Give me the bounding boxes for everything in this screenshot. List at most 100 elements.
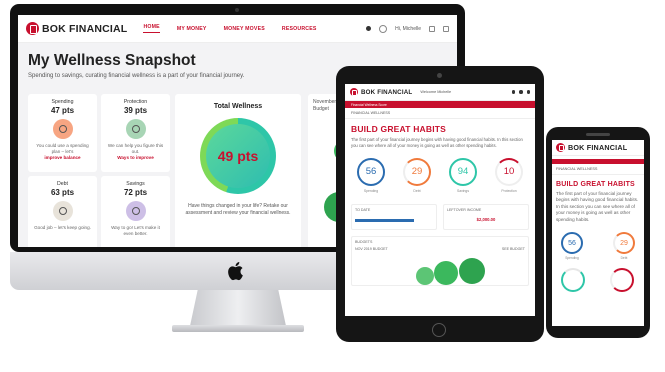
tile-text: We can help you figure this out. <box>107 143 164 155</box>
score-captions: Spending Debt <box>552 256 644 260</box>
total-wellness-title: Total Wellness <box>213 103 263 110</box>
notification-icon[interactable] <box>366 26 372 31</box>
savings-score-ring[interactable]: 94 <box>449 157 477 186</box>
tile-debt[interactable]: Debt 63 pts Good job – let's keep going. <box>28 176 97 247</box>
section-heading: BUILD GREAT HABITS <box>351 124 447 134</box>
protection-score-ring[interactable]: 10 <box>495 157 523 186</box>
budget-bubble <box>459 258 485 285</box>
apple-logo-icon <box>228 262 243 281</box>
tile-savings[interactable]: Savings 72 pts Way to go! Let's make it … <box>101 176 170 247</box>
tile-name: Debt <box>57 181 68 187</box>
tablet-camera <box>437 73 442 78</box>
tile-name: Spending <box>51 99 74 105</box>
section-label: FINANCIAL WELLNESS <box>345 108 535 119</box>
notification-icon[interactable] <box>511 90 515 94</box>
debt-icon <box>52 201 73 221</box>
tile-spending[interactable]: Spending 47 pts You could use a spending… <box>28 94 97 172</box>
leftover-income-box[interactable]: LEFTOVER INCOME $2,000.00 <box>443 204 529 231</box>
welcome-text: Welcome Michelle <box>420 90 452 94</box>
score-caption: Spending <box>363 188 379 193</box>
category-tiles: Spending 47 pts You could use a spending… <box>28 94 170 247</box>
section-description: The first part of your financial journey… <box>351 137 523 148</box>
score-rings: 56 29 94 10 <box>345 157 535 186</box>
savings-score-ring[interactable] <box>561 268 585 293</box>
imac-foot <box>172 325 304 332</box>
protection-icon <box>125 119 146 139</box>
nav-home[interactable]: HOME <box>143 24 160 33</box>
score-caption: Protection <box>501 188 517 193</box>
tile-text: You could use a spending plan – let's <box>36 143 89 155</box>
brand-name: BOK FINANCIAL <box>361 88 413 96</box>
tile-text: Way to go! Let's make it even better. <box>111 225 160 237</box>
budget-bubble <box>416 267 434 286</box>
tablet-device: BOK FINANCIAL Welcome Michelle Financial… <box>336 66 544 342</box>
spending-score-ring[interactable]: 56 <box>561 232 583 255</box>
total-wellness-card: Total Wellness 49 pts Have things change… <box>175 94 301 247</box>
budget-panel: BUDGETS NOV 2019 BUDGET SEE BUDGET <box>351 236 529 287</box>
imac-camera <box>235 8 239 12</box>
score-captions: Spending Debt Savings Protection <box>345 189 535 193</box>
menu-icon[interactable] <box>526 90 530 94</box>
tile-link[interactable]: improve balance <box>44 155 80 160</box>
debt-score-ring[interactable]: 29 <box>403 157 431 186</box>
brand-logo[interactable]: BOK FINANCIAL <box>556 143 627 152</box>
nav-resources[interactable]: RESOURCES <box>282 26 317 32</box>
brand-name: BOK FINANCIAL <box>568 143 628 152</box>
phone-screen: BOK FINANCIAL FINANCIAL WELLNESS BUILD G… <box>552 140 644 326</box>
savings-icon <box>125 201 146 221</box>
tablet-header: BOK FINANCIAL Welcome Michelle <box>345 84 535 101</box>
wellness-score-ring: 49 pts <box>200 118 276 194</box>
tile-points: 39 pts <box>123 106 148 115</box>
retake-assessment-text[interactable]: Have things changed in your life? Retake… <box>175 203 301 217</box>
user-greeting[interactable]: Hi, Michelle <box>395 26 421 32</box>
avatar-icon[interactable] <box>379 24 388 33</box>
tablet-home-button[interactable] <box>432 323 446 337</box>
score-banner[interactable]: Financial Wellness Score <box>345 101 535 108</box>
section-heading: BUILD GREAT HABITS <box>556 181 635 188</box>
nav-user-area: Hi, Michelle <box>366 24 449 33</box>
profile-icon[interactable] <box>519 90 523 94</box>
tile-points: 63 pts <box>50 188 75 197</box>
tile-name: Protection <box>123 99 148 105</box>
settings-icon[interactable] <box>443 25 449 32</box>
phone-speaker <box>586 133 610 136</box>
tablet-screen: BOK FINANCIAL Welcome Michelle Financial… <box>345 84 535 316</box>
tile-protection[interactable]: Protection 39 pts We can help you figure… <box>101 94 170 172</box>
desktop-nav: BOK FINANCIAL HOME MY MONEY MONEY MOVES … <box>18 15 457 43</box>
phone-header: BOK FINANCIAL <box>552 140 644 156</box>
score-caption: Debt <box>620 256 628 261</box>
tile-name: Savings <box>126 181 145 187</box>
debt-score-ring[interactable]: 29 <box>613 232 635 255</box>
messages-icon[interactable] <box>429 25 435 32</box>
tile-points: 47 pts <box>50 106 75 115</box>
tile-link[interactable]: Ways to improve <box>117 155 154 160</box>
spending-icon <box>52 119 73 139</box>
to-date-progress <box>355 219 414 222</box>
leftover-income-value: $2,000.00 <box>476 217 496 223</box>
wellness-score: 49 pts <box>206 124 270 188</box>
protection-score-ring[interactable] <box>610 268 634 293</box>
leftover-income-label: LEFTOVER INCOME <box>447 208 482 213</box>
budget-month-label: NOV 2019 BUDGET <box>355 247 388 252</box>
to-date-label: TO DATE <box>355 208 371 213</box>
device-mockup-scene: BOK FINANCIAL HOME MY MONEY MONEY MOVES … <box>0 0 665 372</box>
brand-name: BOK FINANCIAL <box>42 22 128 35</box>
brand-logo[interactable]: BOK FINANCIAL <box>350 88 412 96</box>
tile-points: 72 pts <box>123 188 148 197</box>
section-description: The first part of your financial journey… <box>556 191 639 222</box>
nav-my-money[interactable]: MY MONEY <box>177 26 207 32</box>
tile-text: Good job – let's keep going. <box>34 225 91 230</box>
summary-boxes: TO DATE LEFTOVER INCOME $2,000.00 <box>351 204 529 231</box>
spending-score-ring[interactable]: 56 <box>357 157 385 186</box>
budget-title: BUDGETS <box>355 240 373 245</box>
to-date-box[interactable]: TO DATE <box>351 204 437 231</box>
logo-mark-icon <box>26 22 39 35</box>
imac-stand <box>190 290 286 326</box>
score-caption: Savings <box>456 188 470 193</box>
score-caption: Spending <box>565 256 579 261</box>
nav-money-moves[interactable]: MONEY MOVES <box>224 26 265 32</box>
phone-device: BOK FINANCIAL FINANCIAL WELLNESS BUILD G… <box>546 127 650 338</box>
brand-logo[interactable]: BOK FINANCIAL <box>26 22 127 35</box>
score-caption: Debt <box>413 188 421 193</box>
see-budget-link[interactable]: SEE BUDGET <box>502 247 525 251</box>
